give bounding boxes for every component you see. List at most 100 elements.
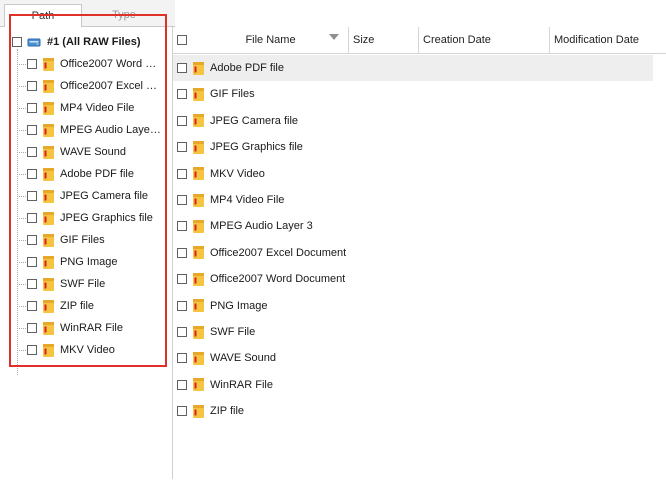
folder-icon [193, 351, 204, 365]
file-name-cell: Office2007 Word Document [210, 273, 346, 286]
row-checkbox[interactable] [177, 63, 187, 73]
table-row[interactable]: PNG Image [173, 293, 653, 319]
row-checkbox[interactable] [177, 247, 187, 258]
folder-icon [193, 114, 204, 128]
tree-item-label: SWF File [60, 278, 106, 290]
folder-icon [193, 325, 204, 339]
tree-item-label: JPEG Graphics file [60, 212, 153, 224]
row-checkbox[interactable] [177, 300, 187, 311]
tree-item[interactable]: ZIP file [0, 296, 166, 316]
tree-item-checkbox[interactable] [27, 213, 37, 223]
row-checkbox[interactable] [177, 195, 187, 205]
sort-down-icon[interactable] [329, 34, 339, 40]
table-row[interactable]: Office2007 Excel Document [173, 240, 653, 266]
tree-item-checkbox[interactable] [27, 59, 37, 69]
tree-item-checkbox[interactable] [27, 147, 37, 157]
table-row[interactable]: WAVE Sound [173, 345, 653, 371]
tree-item[interactable]: Office2007 Word Document [0, 54, 166, 74]
tree-item[interactable]: WAVE Sound [0, 142, 166, 162]
row-checkbox[interactable] [177, 115, 187, 126]
column-header-file-name[interactable]: File Name [193, 27, 349, 53]
tree-item-checkbox[interactable] [27, 257, 37, 267]
select-all-checkbox[interactable] [177, 35, 187, 45]
row-checkbox[interactable] [177, 221, 187, 232]
tab-path[interactable]: Path [4, 4, 82, 27]
folder-icon [193, 87, 204, 101]
table-row[interactable]: Office2007 Word Document [173, 266, 653, 292]
file-name-cell: Adobe PDF file [210, 62, 284, 74]
tree-item-label: ZIP file [60, 300, 95, 312]
row-checkbox[interactable] [177, 353, 187, 364]
file-name-cell: Office2007 Excel Document [210, 246, 347, 259]
row-checkbox[interactable] [177, 89, 187, 100]
table-row[interactable]: MKV Video [173, 161, 653, 187]
tree-item-checkbox[interactable] [27, 81, 37, 91]
row-checkbox[interactable] [177, 274, 187, 285]
tree-item-label: MPEG Audio Layer 3 [60, 124, 161, 136]
tree-item-label: JPEG Camera file [60, 190, 149, 202]
table-row[interactable]: SWF File [173, 319, 653, 345]
file-name-cell: WAVE Sound [210, 352, 277, 365]
tree-root[interactable]: #1 (All RAW Files) [12, 32, 141, 52]
column-header-creation-date[interactable]: Creation Date [419, 27, 550, 53]
folder-icon [193, 272, 204, 286]
tree-item-checkbox[interactable] [27, 235, 37, 245]
row-checkbox[interactable] [177, 379, 187, 390]
tree-item-checkbox[interactable] [27, 323, 37, 333]
tree-item[interactable]: MKV Video [0, 340, 166, 360]
tree-item-label: GIF Files [60, 234, 105, 246]
table-row[interactable]: MP4 Video File [173, 187, 653, 213]
column-header-size[interactable]: Size [349, 27, 419, 53]
tree-item-checkbox[interactable] [27, 301, 37, 311]
table-row[interactable]: JPEG Graphics file [173, 134, 653, 160]
folder-icon [193, 219, 204, 233]
tree-item-checkbox[interactable] [27, 169, 37, 179]
column-label-file-name: File Name [245, 34, 296, 46]
tree-item[interactable]: PNG Image [0, 252, 166, 272]
folder-icon [193, 193, 204, 207]
file-name-cell: ZIP file [210, 405, 245, 418]
tree-item-label: Office2007 Excel Document [60, 80, 161, 92]
tree-item-label: WinRAR File [60, 322, 123, 334]
table-row[interactable]: Adobe PDF file [173, 55, 653, 81]
tree-item-checkbox[interactable] [27, 103, 37, 113]
file-name-cell: JPEG Camera file [210, 114, 299, 127]
row-checkbox[interactable] [177, 142, 187, 153]
tree-root-checkbox[interactable] [12, 37, 22, 47]
table-row[interactable]: GIF Files [173, 81, 653, 107]
tree-item[interactable]: WinRAR File [0, 318, 166, 338]
tree-item[interactable]: Adobe PDF file [0, 164, 166, 184]
tree-item[interactable]: Office2007 Excel Document [0, 76, 166, 96]
tree-item[interactable]: SWF File [0, 274, 166, 294]
folder-icon [43, 101, 54, 115]
folder-icon [43, 211, 54, 225]
tree-item[interactable]: GIF Files [0, 230, 166, 250]
tree-item[interactable]: JPEG Camera file [0, 186, 166, 206]
tree-item[interactable]: MP4 Video File [0, 98, 166, 118]
tab-type[interactable]: Type [82, 4, 166, 26]
file-name-cell: JPEG Graphics file [210, 141, 303, 154]
folder-icon [193, 246, 204, 260]
file-name-cell: SWF File [210, 326, 256, 338]
tree-item-checkbox[interactable] [27, 345, 37, 355]
left-tab-bar: Path Type [0, 0, 175, 27]
row-checkbox[interactable] [177, 406, 187, 417]
table-row[interactable]: MPEG Audio Layer 3 [173, 213, 653, 239]
table-row[interactable]: ZIP file [173, 398, 653, 424]
tree-item-checkbox[interactable] [27, 191, 37, 201]
tree-item-label: PNG Image [60, 256, 118, 268]
tree-item[interactable]: JPEG Graphics file [0, 208, 166, 228]
table-row[interactable]: WinRAR File [173, 372, 653, 398]
tree-item-checkbox[interactable] [27, 125, 37, 135]
row-checkbox[interactable] [177, 168, 187, 179]
table-row[interactable]: JPEG Camera file [173, 108, 653, 134]
tree-item-checkbox[interactable] [27, 279, 37, 289]
folder-icon [43, 277, 54, 291]
row-checkbox[interactable] [177, 327, 187, 337]
tree-item[interactable]: MPEG Audio Layer 3 [0, 120, 166, 140]
folder-icon [193, 140, 204, 154]
folder-icon [193, 404, 204, 418]
column-header-modification-date[interactable]: Modification Date [550, 27, 666, 53]
drive-icon [27, 38, 41, 46]
file-name-cell: GIF Files [210, 88, 255, 101]
